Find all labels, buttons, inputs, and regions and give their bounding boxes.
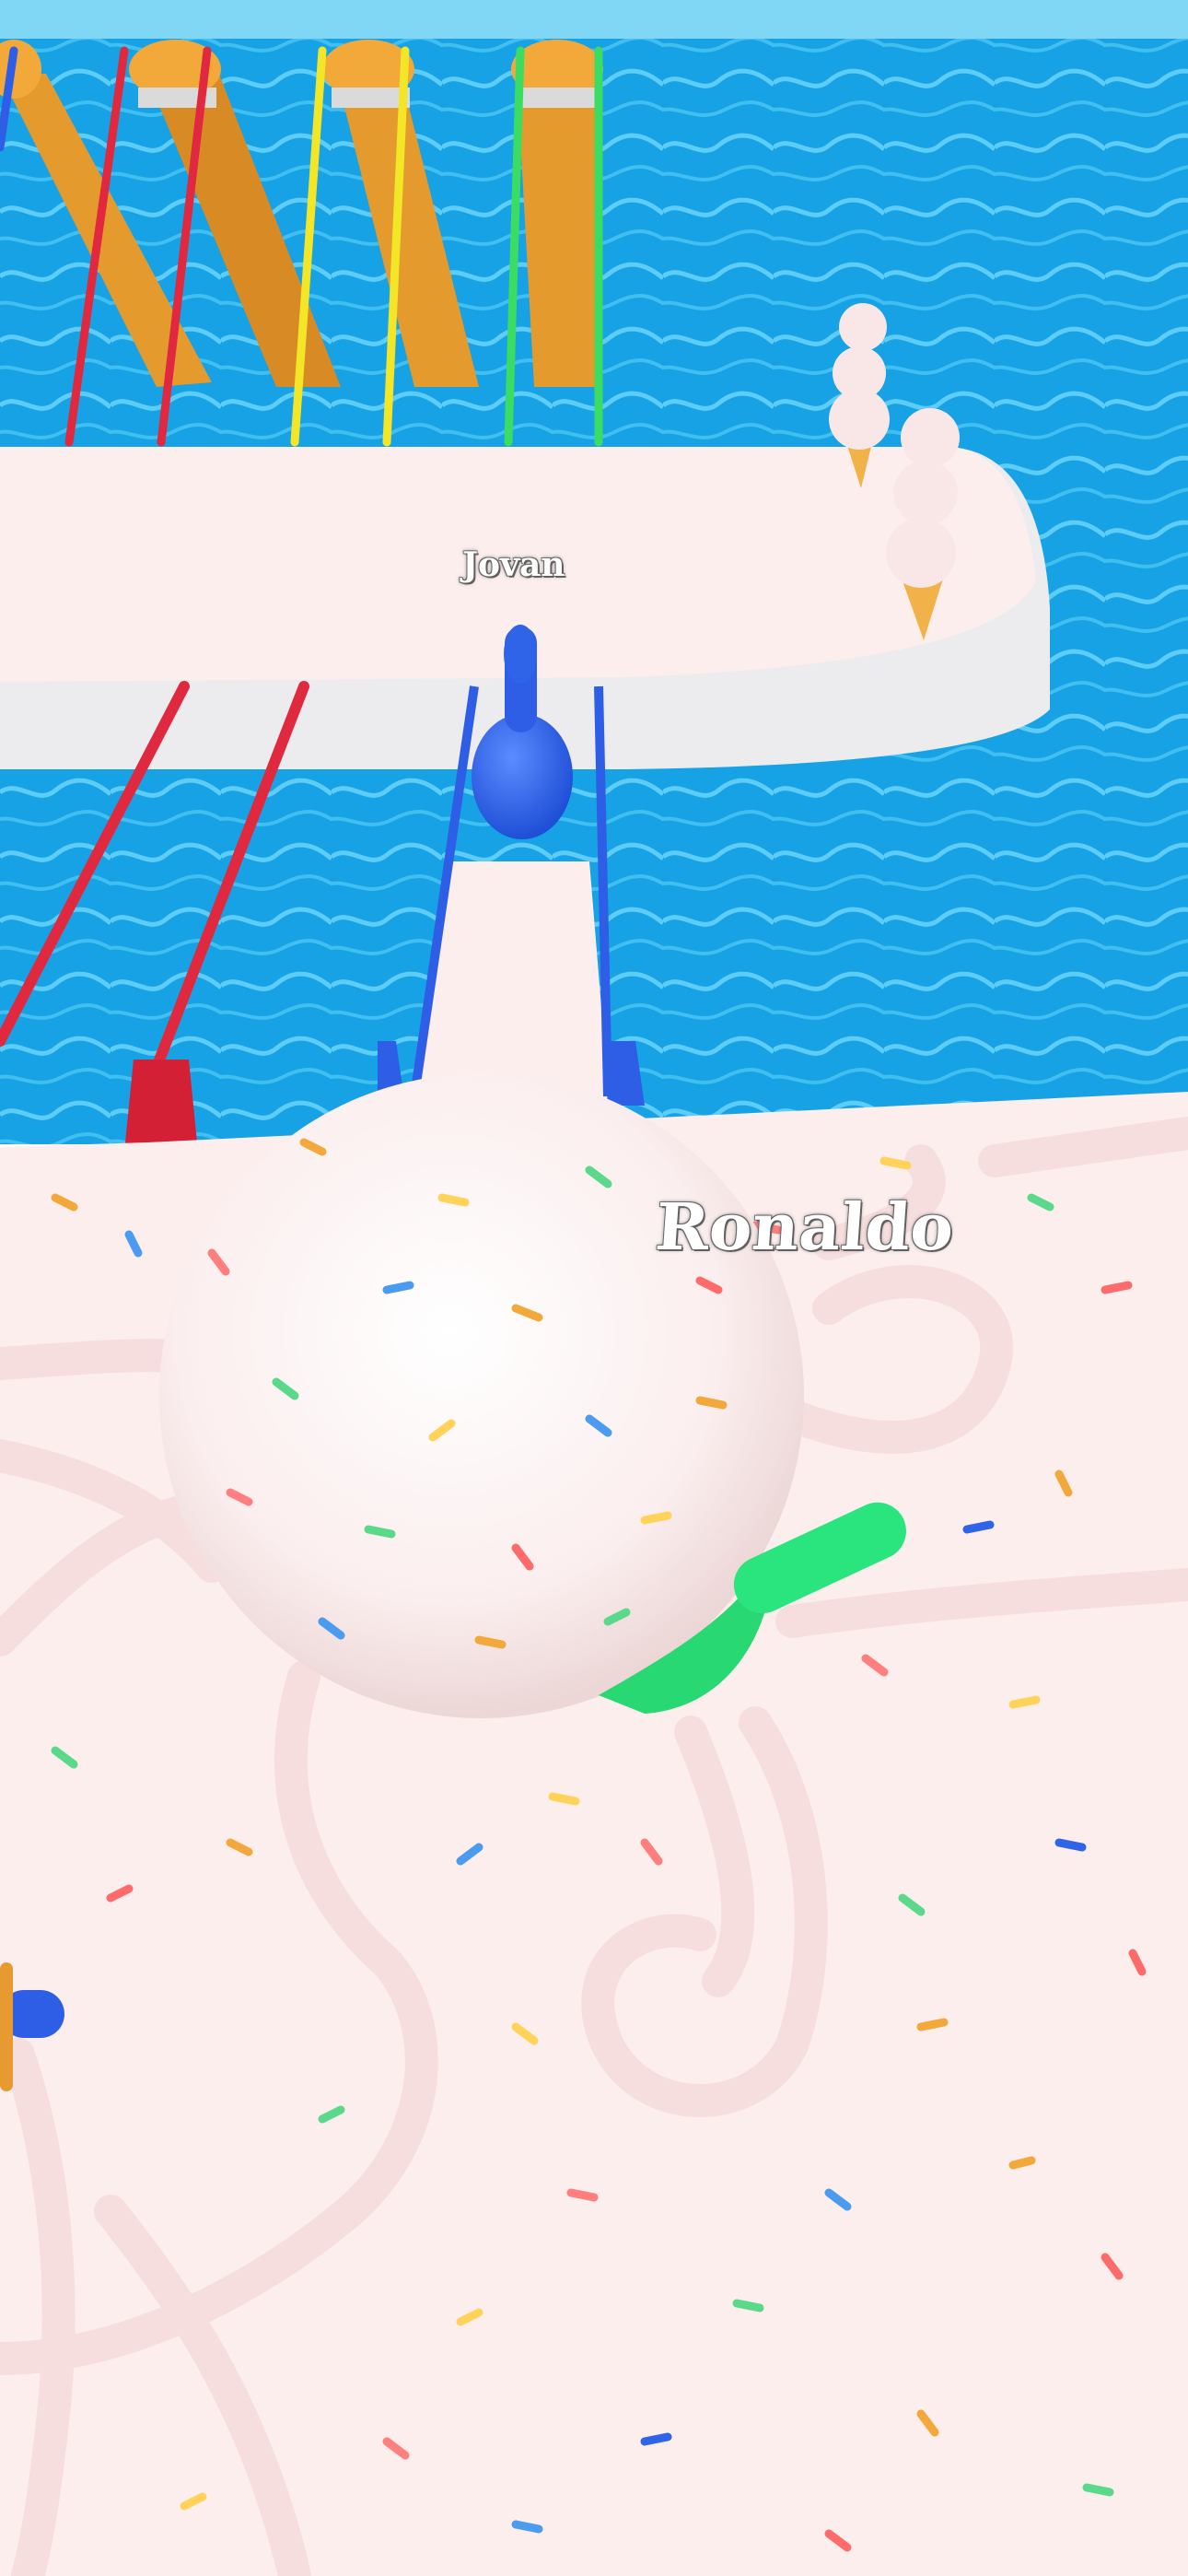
game-scene[interactable] (0, 0, 1188, 2576)
player-ice-cream-ball (159, 1073, 804, 1718)
sky (0, 0, 1188, 39)
player-name-label: Ronaldo (653, 1188, 957, 1265)
player-name-label: Jovan (462, 545, 565, 584)
